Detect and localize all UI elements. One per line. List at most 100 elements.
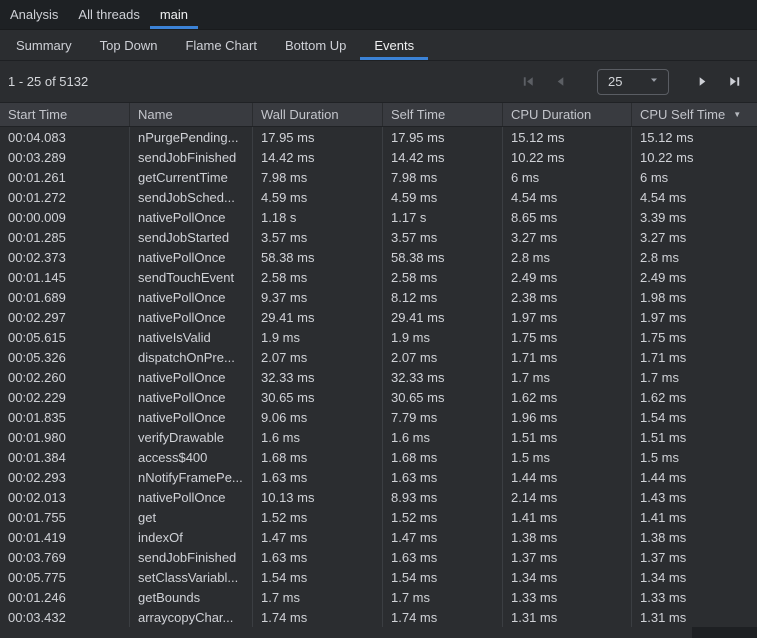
table-cell: nativePollOnce [130, 367, 253, 387]
column-header-name[interactable]: Name [130, 103, 253, 126]
column-header-start-time[interactable]: Start Time [0, 103, 130, 126]
table-cell: 1.5 ms [503, 447, 632, 467]
table-row[interactable]: 00:03.432arraycopyChar...1.74 ms1.74 ms1… [0, 607, 757, 627]
table-cell: 00:02.229 [0, 387, 130, 407]
table-cell: sendJobFinished [130, 547, 253, 567]
table-cell: 1.7 ms [632, 367, 757, 387]
table-row[interactable]: 00:02.293nNotifyFramePe...1.63 ms1.63 ms… [0, 467, 757, 487]
table-cell: 1.75 ms [632, 327, 757, 347]
table-cell: nPurgePending... [130, 127, 253, 147]
table-cell: 1.54 ms [253, 567, 383, 587]
table-row[interactable]: 00:01.689nativePollOnce9.37 ms8.12 ms2.3… [0, 287, 757, 307]
table-cell: dispatchOnPre... [130, 347, 253, 367]
table-cell: 17.95 ms [383, 127, 503, 147]
table-cell: 00:02.013 [0, 487, 130, 507]
table-row[interactable]: 00:00.009nativePollOnce1.18 s1.17 s8.65 … [0, 207, 757, 227]
tab-analysis[interactable]: Analysis [0, 0, 68, 29]
column-header-wall-duration[interactable]: Wall Duration [253, 103, 383, 126]
table-cell: 29.41 ms [253, 307, 383, 327]
table-cell: nativePollOnce [130, 307, 253, 327]
table-cell: 1.54 ms [632, 407, 757, 427]
table-cell: 1.47 ms [383, 527, 503, 547]
table-cell: 7.79 ms [383, 407, 503, 427]
table-cell: 1.38 ms [503, 527, 632, 547]
table-cell: indexOf [130, 527, 253, 547]
table-cell: 1.38 ms [632, 527, 757, 547]
table-cell: 2.49 ms [632, 267, 757, 287]
table-cell: nativePollOnce [130, 407, 253, 427]
table-row[interactable]: 00:03.769sendJobFinished1.63 ms1.63 ms1.… [0, 547, 757, 567]
table-cell: 1.9 ms [253, 327, 383, 347]
table-row[interactable]: 00:01.755get1.52 ms1.52 ms1.41 ms1.41 ms [0, 507, 757, 527]
table-cell: 1.18 s [253, 207, 383, 227]
table-row[interactable]: 00:01.261getCurrentTime7.98 ms7.98 ms6 m… [0, 167, 757, 187]
table-cell: 6 ms [632, 167, 757, 187]
page-size-dropdown[interactable]: 25 [597, 69, 669, 95]
column-label: CPU Duration [511, 107, 591, 122]
tab-flame-chart[interactable]: Flame Chart [171, 30, 271, 60]
table-cell: 8.12 ms [383, 287, 503, 307]
table-row[interactable]: 00:02.260nativePollOnce32.33 ms32.33 ms1… [0, 367, 757, 387]
table-cell: 3.57 ms [383, 227, 503, 247]
table-row[interactable]: 00:04.083nPurgePending...17.95 ms17.95 m… [0, 127, 757, 147]
table-cell: 1.31 ms [632, 607, 757, 627]
prev-page-button[interactable] [547, 69, 573, 95]
table-cell: 14.42 ms [253, 147, 383, 167]
table-row[interactable]: 00:02.013nativePollOnce10.13 ms8.93 ms2.… [0, 487, 757, 507]
table-cell: verifyDrawable [130, 427, 253, 447]
table-cell: 7.98 ms [383, 167, 503, 187]
table-row[interactable]: 00:02.373nativePollOnce58.38 ms58.38 ms2… [0, 247, 757, 267]
tab-bottom-up[interactable]: Bottom Up [271, 30, 360, 60]
table-row[interactable]: 00:05.326dispatchOnPre...2.07 ms2.07 ms1… [0, 347, 757, 367]
table-body: 00:04.083nPurgePending...17.95 ms17.95 m… [0, 127, 757, 638]
table-cell: 17.95 ms [253, 127, 383, 147]
table-cell: 1.5 ms [632, 447, 757, 467]
table-cell: sendTouchEvent [130, 267, 253, 287]
table-row[interactable]: 00:01.835nativePollOnce9.06 ms7.79 ms1.9… [0, 407, 757, 427]
sort-desc-icon: ▼ [733, 111, 741, 119]
table-cell: 1.63 ms [253, 467, 383, 487]
table-cell: 32.33 ms [253, 367, 383, 387]
table-row[interactable]: 00:01.384access$4001.68 ms1.68 ms1.5 ms1… [0, 447, 757, 467]
table-cell: 2.58 ms [383, 267, 503, 287]
table-cell: 1.63 ms [383, 467, 503, 487]
first-page-button[interactable] [515, 69, 541, 95]
table-cell: 00:01.145 [0, 267, 130, 287]
table-cell: 9.06 ms [253, 407, 383, 427]
last-page-button[interactable] [721, 69, 747, 95]
pagination-bar: 1 - 25 of 5132 25 [0, 61, 757, 102]
table-row[interactable]: 00:01.980verifyDrawable1.6 ms1.6 ms1.51 … [0, 427, 757, 447]
column-header-cpu-self-time[interactable]: CPU Self Time▼ [632, 103, 757, 126]
tab-summary[interactable]: Summary [2, 30, 86, 60]
table-row[interactable]: 00:05.615nativeIsValid1.9 ms1.9 ms1.75 m… [0, 327, 757, 347]
table-row[interactable]: 00:05.775setClassVariabl...1.54 ms1.54 m… [0, 567, 757, 587]
table-cell: access$400 [130, 447, 253, 467]
column-header-self-time[interactable]: Self Time [383, 103, 503, 126]
table-cell: 1.68 ms [383, 447, 503, 467]
table-cell: 32.33 ms [383, 367, 503, 387]
table-cell: 1.71 ms [503, 347, 632, 367]
table-row[interactable]: 00:01.272sendJobSched...4.59 ms4.59 ms4.… [0, 187, 757, 207]
table-row[interactable]: 00:02.229nativePollOnce30.65 ms30.65 ms1… [0, 387, 757, 407]
table-row[interactable]: 00:01.246getBounds1.7 ms1.7 ms1.33 ms1.3… [0, 587, 757, 607]
table-row[interactable]: 00:01.419indexOf1.47 ms1.47 ms1.38 ms1.3… [0, 527, 757, 547]
table-row[interactable]: 00:01.285sendJobStarted3.57 ms3.57 ms3.2… [0, 227, 757, 247]
table-row[interactable]: 00:03.289sendJobFinished14.42 ms14.42 ms… [0, 147, 757, 167]
table-cell: 1.33 ms [632, 587, 757, 607]
chevron-down-icon [648, 74, 660, 89]
table-cell: 00:01.272 [0, 187, 130, 207]
table-cell: 00:01.835 [0, 407, 130, 427]
next-page-button[interactable] [689, 69, 715, 95]
table-cell: 00:05.326 [0, 347, 130, 367]
tab-top-down[interactable]: Top Down [86, 30, 172, 60]
tab-events[interactable]: Events [360, 30, 428, 60]
tab-main[interactable]: main [150, 0, 198, 29]
column-header-cpu-duration[interactable]: CPU Duration [503, 103, 632, 126]
table-cell: 1.37 ms [632, 547, 757, 567]
table-cell: getBounds [130, 587, 253, 607]
table-row[interactable]: 00:02.297nativePollOnce29.41 ms29.41 ms1… [0, 307, 757, 327]
table-cell: sendJobStarted [130, 227, 253, 247]
table-cell: 1.75 ms [503, 327, 632, 347]
table-row[interactable]: 00:01.145sendTouchEvent2.58 ms2.58 ms2.4… [0, 267, 757, 287]
tab-all-threads[interactable]: All threads [68, 0, 149, 29]
